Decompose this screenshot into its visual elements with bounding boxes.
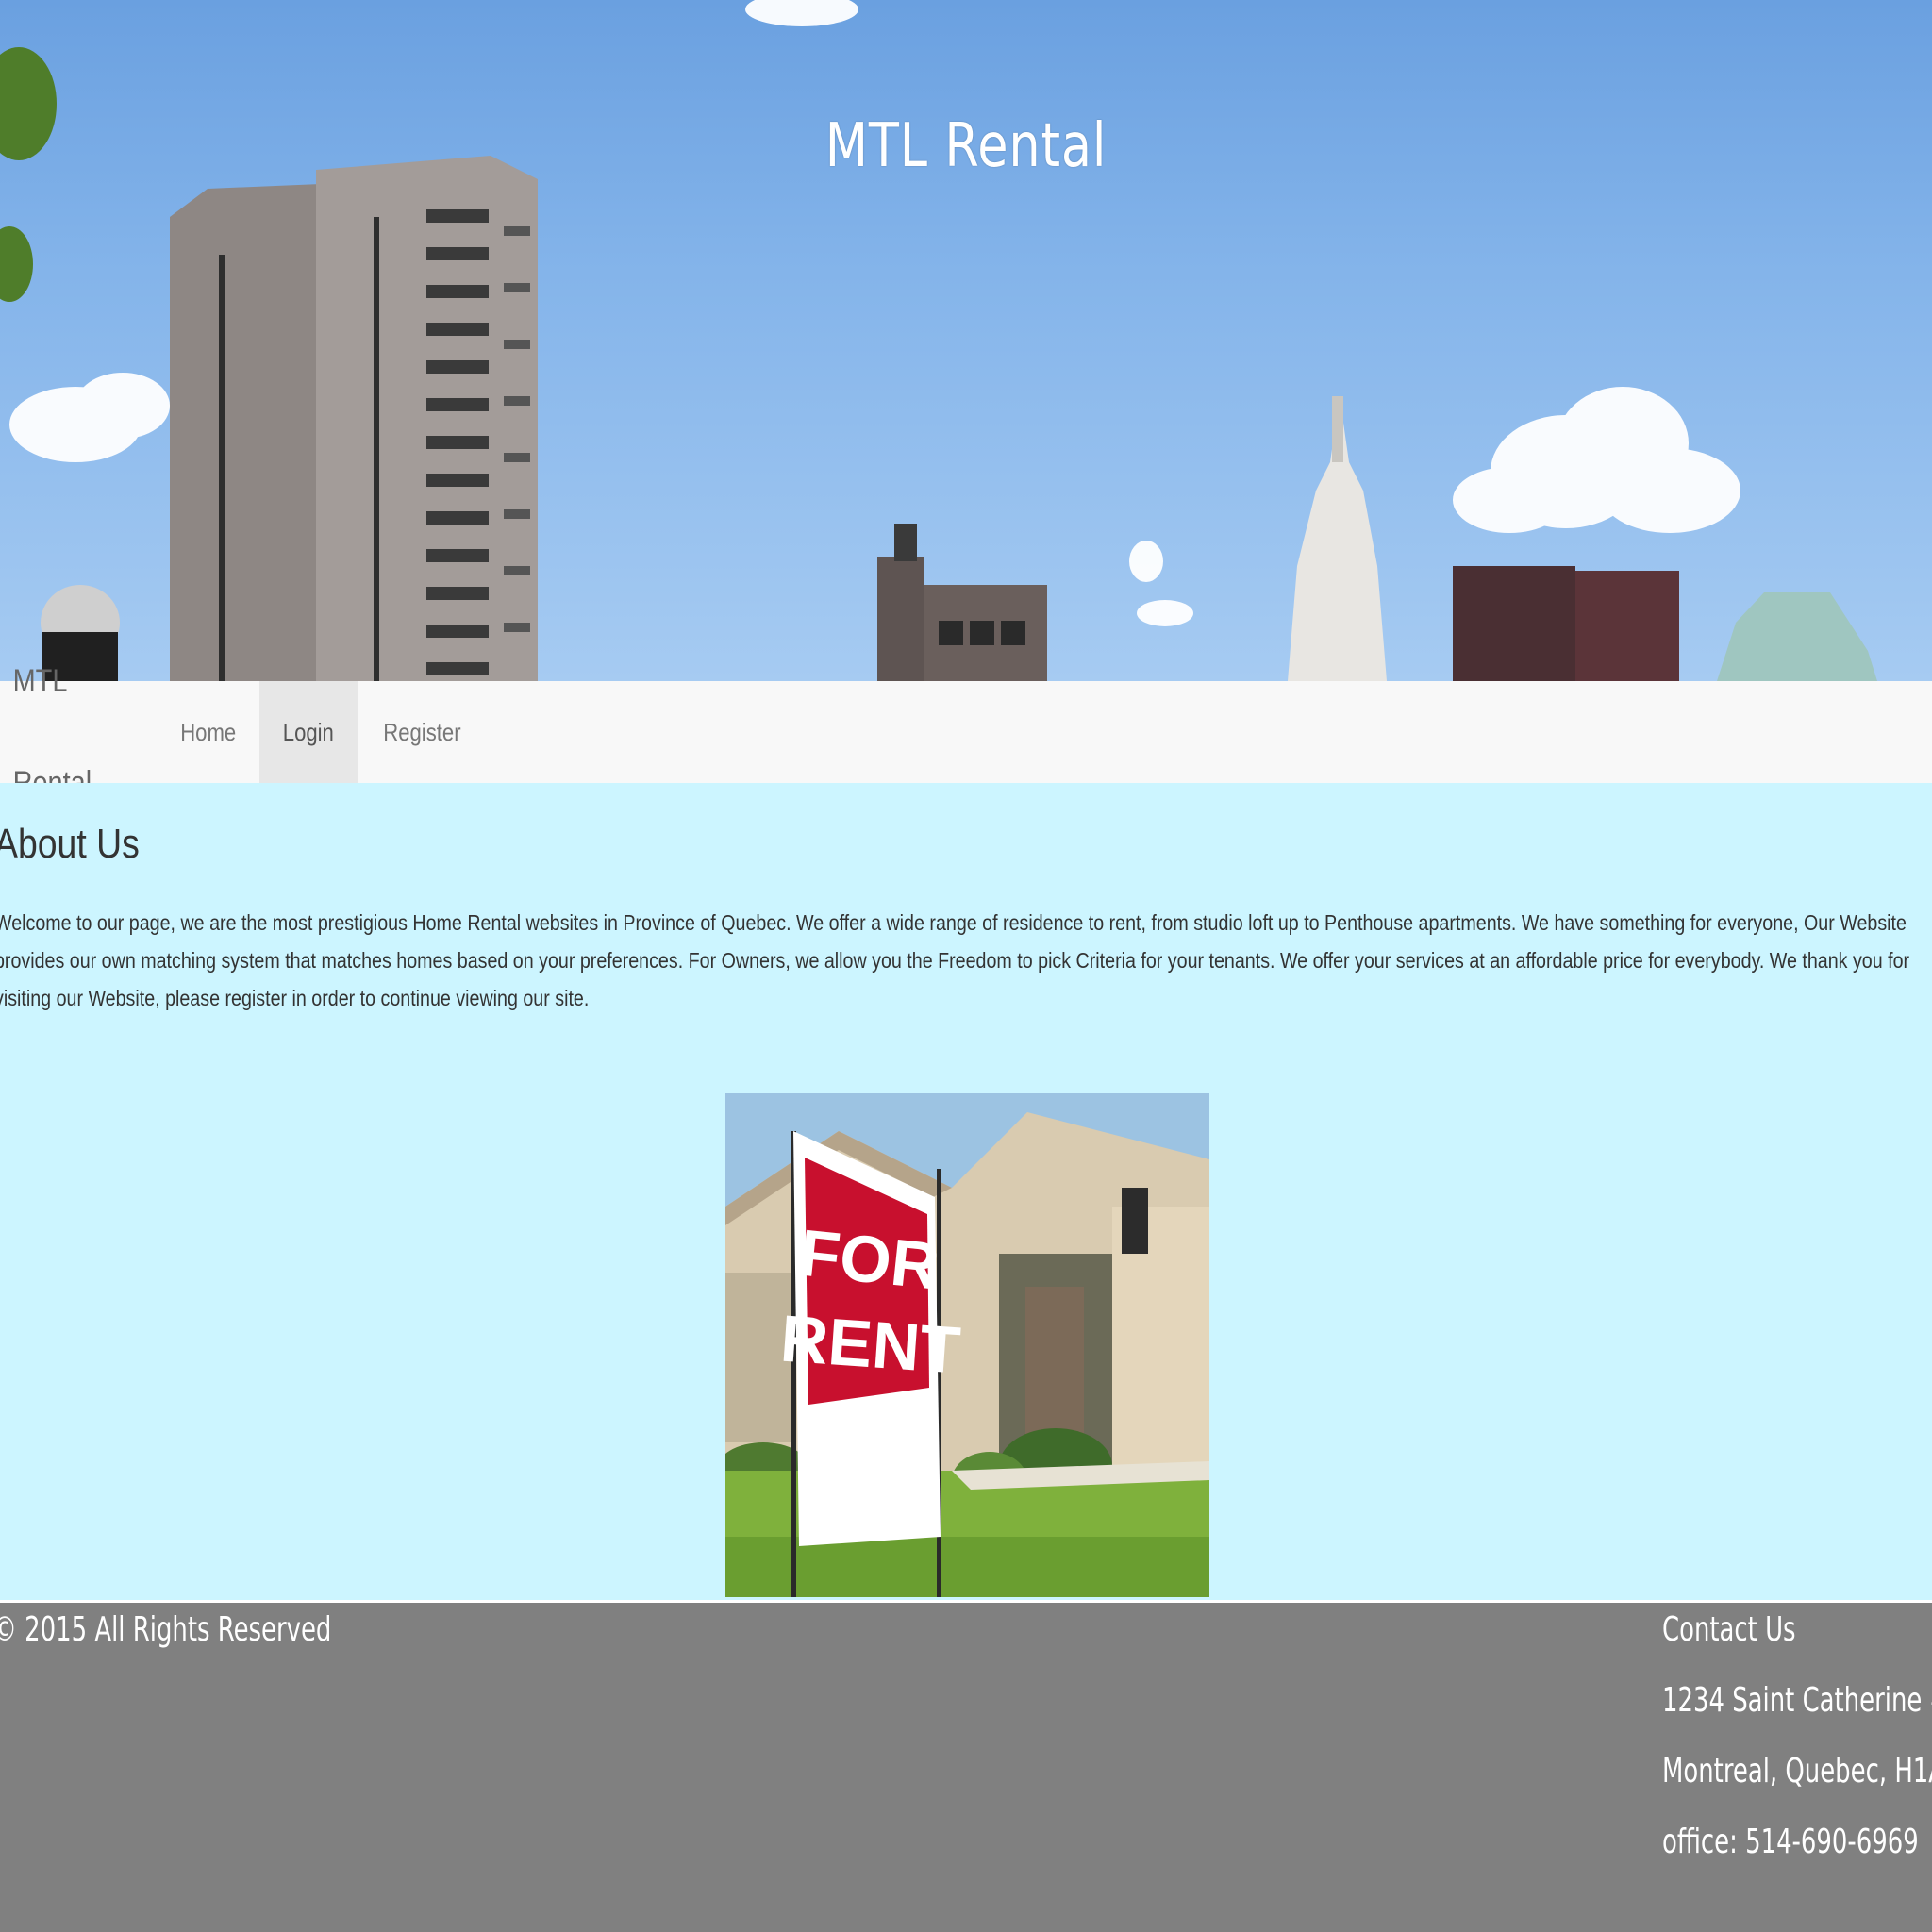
contact-phone: office: 514-690-6969 xyxy=(1662,1823,1919,1861)
nav-item-login-label: Login xyxy=(283,718,335,746)
about-heading: About Us xyxy=(0,821,140,867)
contact-address-line2: Montreal, Quebec, H1A 1A1 xyxy=(1662,1752,1932,1790)
copyright-text: © 2015 All Rights Reserved xyxy=(0,1610,332,1649)
about-section: About Us Welcome to our page, we are the… xyxy=(0,783,1932,1600)
contact-address-line1: 1234 Saint Catherine #104 xyxy=(1662,1681,1932,1720)
nav-item-home-label: Home xyxy=(180,718,237,746)
sign-line-for: FOR xyxy=(796,1216,942,1304)
for-rent-photo: FOR RENT xyxy=(725,1093,1209,1597)
nav-item-login[interactable]: Login xyxy=(259,681,358,783)
about-paragraph: Welcome to our page, we are the most pre… xyxy=(0,910,1910,1010)
nav-item-home[interactable]: Home xyxy=(157,681,259,783)
nav-item-register[interactable]: Register xyxy=(358,681,487,783)
contact-block: Contact Us 1234 Saint Catherine #104 Mon… xyxy=(1662,1610,1932,1893)
sign-line-rent: RENT xyxy=(778,1302,963,1388)
site-title: MTL Rental xyxy=(824,111,1108,181)
navbar: MTL Rental Home Login Register xyxy=(0,663,1932,801)
contact-heading: Contact Us xyxy=(1662,1610,1796,1649)
hero-banner: MTL Rental xyxy=(0,0,1932,681)
nav-item-register-label: Register xyxy=(383,718,461,746)
footer: © 2015 All Rights Reserved Contact Us 12… xyxy=(0,1603,1932,1932)
skyline-image xyxy=(0,0,1877,681)
